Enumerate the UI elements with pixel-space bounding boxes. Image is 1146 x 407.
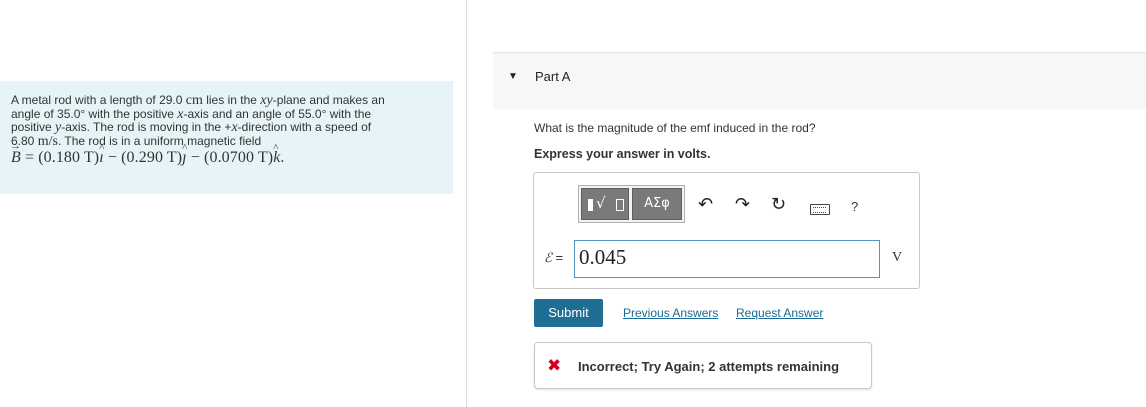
templates-icon[interactable]: √ <box>581 188 629 220</box>
part-a-header[interactable]: ▼ Part A <box>493 52 1146 109</box>
answer-instruction: Express your answer in volts. <box>534 147 711 161</box>
answer-unit: V <box>892 250 903 265</box>
undo-icon[interactable]: ↶ <box>698 194 713 215</box>
problem-statement: A metal rod with a length of 29.0 cm lie… <box>0 81 453 194</box>
math-toolbar-group: √ ΑΣφ <box>578 185 685 223</box>
request-answer-link[interactable]: Request Answer <box>736 306 823 320</box>
reset-icon[interactable]: ↻ <box>771 194 786 215</box>
problem-line-4: 6.80 m/s. The rod is in a uniform magnet… <box>11 133 262 149</box>
collapse-caret-icon[interactable]: ▼ <box>508 71 518 82</box>
feedback-message: ✖ Incorrect; Try Again; 2 attempts remai… <box>534 342 872 389</box>
magnetic-field-equation: B = (0.180 T)ı − (0.290 T)ȷ − (0.0700 T)… <box>10 140 443 165</box>
problem-line-3: positive y-axis. The rod is moving in th… <box>11 120 372 135</box>
help-button[interactable]: ? <box>851 199 858 214</box>
problem-line-1: A metal rod with a length of 29.0 cm lie… <box>11 93 385 108</box>
redo-icon[interactable]: ↷ <box>735 194 750 215</box>
previous-answers-link[interactable]: Previous Answers <box>623 306 718 320</box>
question-text: What is the magnitude of the emf induced… <box>534 121 816 135</box>
incorrect-x-icon: ✖ <box>547 356 562 376</box>
part-title: Part A <box>535 69 571 84</box>
symbols-button[interactable]: ΑΣφ <box>632 188 682 220</box>
answer-variable-label: ℰ = <box>544 250 564 266</box>
feedback-text: Incorrect; Try Again; 2 attempts remaini… <box>578 359 840 374</box>
problem-line-2: angle of 35.0° with the positive x-axis … <box>11 106 372 122</box>
column-divider <box>466 0 467 407</box>
answer-input[interactable]: 0.045 <box>574 240 880 278</box>
answer-box: √ ΑΣφ ↶ ↷ ↻ ? ℰ = 0.045 V <box>533 172 920 289</box>
submit-button[interactable]: Submit <box>534 299 603 327</box>
keyboard-icon[interactable] <box>810 204 830 215</box>
